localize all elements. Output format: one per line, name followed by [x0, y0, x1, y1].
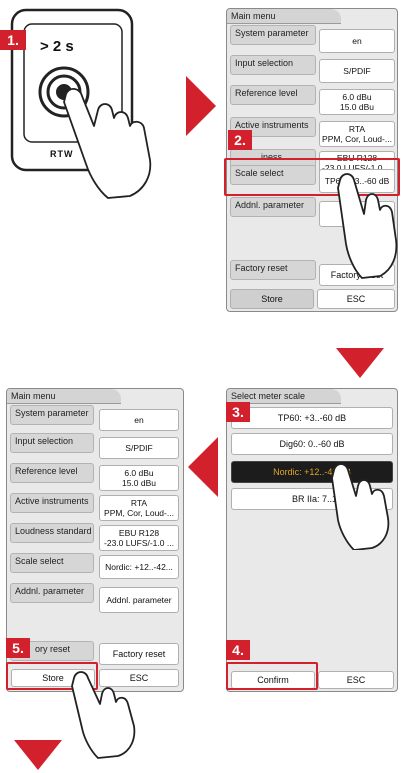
label-system-parameter: System parameter — [230, 25, 316, 45]
value-active-instruments[interactable]: RTA PPM, Cor, Loud-... — [99, 495, 179, 521]
value-text: RTA — [130, 498, 148, 508]
store-button[interactable]: Store — [230, 289, 314, 309]
factory-reset-button[interactable]: Factory reset — [99, 643, 179, 665]
highlight-confirm — [226, 662, 318, 690]
hand-press-icon — [63, 88, 152, 199]
value-text: 15.0 dBu — [339, 102, 375, 112]
value-active-instruments[interactable]: RTA PPM, Cor, Loud-... — [319, 121, 395, 147]
value-text: Nordic: +12..-42... — [105, 562, 173, 572]
screen-title: Main menu — [7, 389, 121, 404]
value-text: en — [352, 36, 362, 46]
label-factory-reset: Factory reset — [230, 260, 316, 280]
value-input-selection[interactable]: S/PDIF — [319, 59, 395, 83]
main-menu-screen-updated: Main menu System parameter en Input sele… — [6, 388, 184, 692]
value-text: RTA — [348, 124, 366, 134]
label-reference-level: Reference level — [230, 85, 316, 105]
value-text: 15.0 dBu — [121, 478, 157, 488]
label-loudness-standard: Loudness standard — [10, 523, 94, 543]
hand-tap-icon — [337, 173, 398, 279]
hand-tap-icon — [71, 671, 136, 759]
value-text: S/PDIF — [125, 443, 153, 453]
scale-option-tp60[interactable]: TP60: +3..-60 dB — [231, 407, 393, 429]
value-text: -23.0 LUFS/-1.0 ... — [104, 538, 174, 548]
label-reference-level: Reference level — [10, 463, 94, 483]
label-system-parameter: System parameter — [10, 405, 94, 425]
hold-duration-label: > 2 s — [40, 38, 74, 55]
hand-tap-icon — [331, 463, 390, 550]
arrow-left-icon — [188, 437, 218, 497]
step-2-badge: 2. — [228, 130, 252, 150]
step-5-badge: 5. — [6, 638, 30, 658]
label-input-selection: Input selection — [10, 433, 94, 453]
esc-button[interactable]: ESC — [318, 671, 394, 689]
value-text: S/PDIF — [343, 66, 371, 76]
value-loudness-standard[interactable]: EBU R128 -23.0 LUFS/-1.0 ... — [99, 525, 179, 551]
label-addnl-parameter: Addnl. parameter — [230, 197, 316, 217]
screen-title: Main menu — [227, 9, 341, 24]
label-active-instruments: Active instruments — [10, 493, 94, 513]
value-text: PPM, Cor, Loud-... — [104, 508, 174, 518]
value-system-parameter[interactable]: en — [319, 29, 395, 53]
label-addnl-parameter: Addnl. parameter — [10, 583, 94, 603]
arrow-down-icon — [14, 740, 62, 770]
value-scale-select[interactable]: Nordic: +12..-42... — [99, 555, 179, 579]
esc-button[interactable]: ESC — [317, 289, 395, 309]
value-input-selection[interactable]: S/PDIF — [99, 437, 179, 459]
label-scale-select: Scale select — [10, 553, 94, 573]
value-text: PPM, Cor, Loud-... — [322, 134, 392, 144]
value-text: EBU R128 — [118, 528, 160, 538]
value-reference-level[interactable]: 6.0 dBu 15.0 dBu — [319, 89, 395, 115]
device-illustration: > 2 s RTW 1. — [0, 0, 170, 205]
value-system-parameter[interactable]: en — [99, 409, 179, 431]
value-text: en — [134, 415, 144, 425]
label-input-selection: Input selection — [230, 55, 316, 75]
step-3-badge: 3. — [226, 402, 250, 422]
value-text: 6.0 dBu — [124, 468, 154, 478]
scale-option-dig60[interactable]: Dig60: 0..-60 dB — [231, 433, 393, 455]
arrow-down-icon — [336, 348, 384, 378]
value-text: 6.0 dBu — [342, 92, 372, 102]
step-4-badge-confirm: 4. — [226, 640, 250, 660]
arrow-right-icon — [186, 76, 216, 136]
value-reference-level[interactable]: 6.0 dBu 15.0 dBu — [99, 465, 179, 491]
value-addnl-parameter[interactable]: Addnl. parameter — [99, 587, 179, 613]
step-1-badge: 1. — [0, 30, 26, 50]
value-text: Addnl. parameter — [106, 595, 172, 605]
